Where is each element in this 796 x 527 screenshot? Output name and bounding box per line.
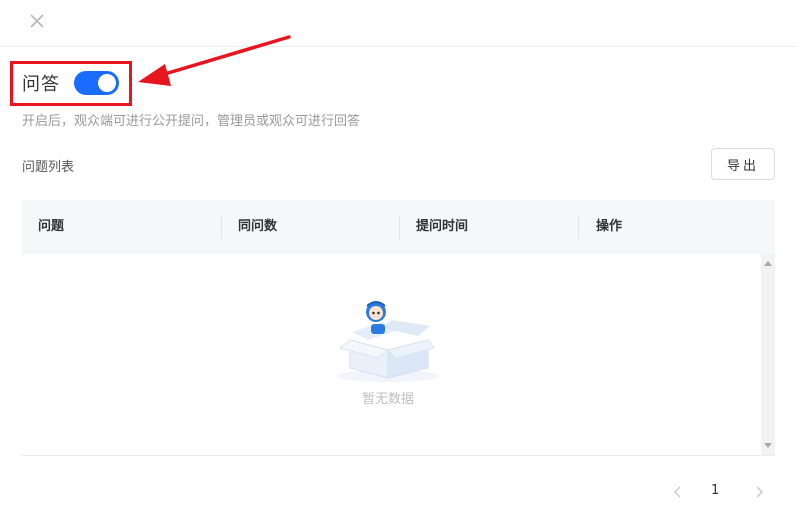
export-button[interactable]: 导出 bbox=[711, 148, 775, 180]
pagination-prev-button[interactable] bbox=[670, 482, 686, 502]
pagination-next-button[interactable] bbox=[751, 482, 767, 502]
table-scrollbar[interactable] bbox=[761, 254, 775, 455]
chevron-left-icon bbox=[674, 486, 681, 498]
scroll-down-arrow-icon[interactable] bbox=[764, 443, 772, 448]
scroll-up-arrow-icon[interactable] bbox=[764, 261, 772, 266]
column-divider bbox=[221, 215, 222, 239]
header-divider bbox=[0, 46, 796, 47]
table-header: 问题 同问数 提问时间 操作 bbox=[22, 200, 775, 254]
column-header-question: 问题 bbox=[38, 219, 65, 234]
column-header-actions: 操作 bbox=[596, 219, 623, 234]
empty-box-icon bbox=[338, 301, 438, 382]
table-bottom-divider bbox=[22, 455, 775, 456]
qa-hint-text: 开启后，观众端可进行公开提问，管理员或观众可进行回答 bbox=[22, 114, 361, 129]
question-list-title: 问题列表 bbox=[22, 160, 75, 175]
column-header-same-count: 同问数 bbox=[238, 219, 278, 234]
empty-state-text: 暂无数据 bbox=[362, 392, 415, 407]
pagination-page-1[interactable]: 1 bbox=[711, 483, 719, 498]
column-header-ask-time: 提问时间 bbox=[416, 219, 469, 234]
close-icon bbox=[30, 14, 44, 28]
column-divider bbox=[399, 215, 400, 239]
close-button[interactable] bbox=[26, 10, 48, 32]
chevron-right-icon bbox=[756, 486, 763, 498]
column-divider bbox=[578, 215, 579, 239]
annotation-highlight-box bbox=[10, 61, 132, 106]
